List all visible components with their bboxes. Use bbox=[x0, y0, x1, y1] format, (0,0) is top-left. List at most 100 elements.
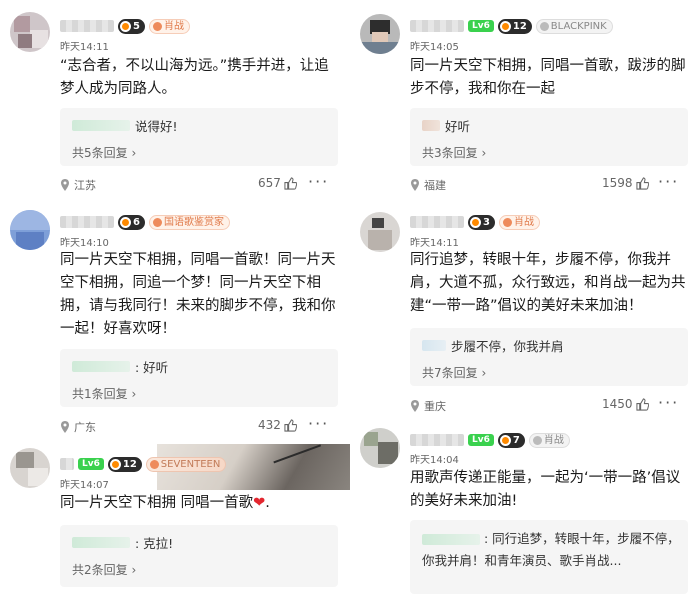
fan-tag[interactable]: 肖战 bbox=[498, 214, 540, 230]
reply-count-link[interactable]: 共7条回复 bbox=[422, 366, 478, 380]
reply-count-link[interactable]: 共3条回复 bbox=[422, 146, 478, 160]
reply-username[interactable] bbox=[422, 120, 440, 131]
fan-tag[interactable]: SEVENTEEN bbox=[145, 456, 227, 472]
fan-tag-icon bbox=[152, 21, 162, 31]
level-badge: 12 bbox=[497, 18, 532, 34]
avatar[interactable] bbox=[10, 12, 50, 52]
avatar[interactable] bbox=[10, 210, 50, 250]
reply-text: 步履不停，你我并肩 bbox=[451, 339, 564, 354]
comment-header: 6 国语歌鉴赏家 bbox=[60, 211, 230, 233]
reply-text: : 好听 bbox=[135, 360, 169, 375]
reply-username[interactable] bbox=[72, 361, 130, 372]
chevron-right-icon: › bbox=[481, 366, 487, 380]
reply-text: : 克拉! bbox=[135, 536, 174, 551]
comment-text: 同行追梦，转眼十年，步履不停，你我并肩，大道不孤，众行致远，和肖战一起为共建“一… bbox=[410, 252, 686, 314]
vip-level-badge: Lv6 bbox=[468, 20, 494, 32]
vip-level-badge: Lv6 bbox=[468, 434, 494, 446]
comment-header: Lv6 12 BLACKPINK bbox=[410, 15, 613, 37]
thumb-up-icon bbox=[284, 176, 297, 190]
comment-time: 昨天14:04 bbox=[410, 455, 459, 466]
fan-tag-icon bbox=[539, 21, 549, 31]
location: 重庆 bbox=[424, 400, 446, 413]
more-icon[interactable]: ··· bbox=[308, 172, 329, 191]
fan-tag[interactable]: 肖战 bbox=[528, 432, 570, 448]
comment-footer: 福建 bbox=[410, 176, 700, 194]
comment-time: 昨天14:07 bbox=[60, 480, 109, 491]
username[interactable] bbox=[60, 20, 114, 32]
comment-header: Lv6 12 SEVENTEEN bbox=[60, 453, 227, 475]
fan-tag-icon bbox=[532, 435, 542, 445]
comment-footer: 江苏 bbox=[60, 176, 350, 194]
comment-text-body: 同一片天空下相拥 同唱一首歌 bbox=[60, 495, 254, 511]
comment-header: Lv6 7 肖战 bbox=[410, 429, 570, 451]
like-button[interactable]: 1450 bbox=[602, 397, 649, 411]
chevron-right-icon: › bbox=[131, 563, 137, 577]
username[interactable] bbox=[410, 20, 464, 32]
location: 江苏 bbox=[74, 179, 96, 192]
thumb-up-icon bbox=[635, 397, 649, 411]
chevron-right-icon: › bbox=[131, 387, 137, 401]
location-pin-icon bbox=[61, 421, 69, 433]
fan-tag-icon bbox=[152, 217, 162, 227]
like-button[interactable]: 432 bbox=[258, 418, 297, 432]
level-badge: 12 bbox=[107, 456, 142, 472]
comment-time: 昨天14:10 bbox=[60, 238, 109, 249]
comment-card: Lv6 12 SEVENTEEN 昨天14:07 同一片天空下相拥 同唱一首歌❤… bbox=[0, 440, 350, 594]
fan-tag[interactable]: 肖战 bbox=[148, 18, 190, 34]
username[interactable] bbox=[60, 216, 114, 228]
chevron-right-icon: › bbox=[481, 146, 487, 160]
username[interactable] bbox=[410, 216, 464, 228]
reply-preview[interactable]: 好听 共3条回复 › bbox=[410, 108, 688, 166]
reply-count-link[interactable]: 共1条回复 bbox=[72, 387, 128, 401]
like-count: 432 bbox=[258, 418, 281, 432]
avatar[interactable] bbox=[360, 212, 400, 252]
reply-preview[interactable]: : 克拉! 共2条回复 › bbox=[60, 525, 338, 587]
thumb-up-icon bbox=[284, 418, 297, 432]
fan-tag-icon bbox=[149, 459, 159, 469]
avatar[interactable] bbox=[360, 428, 400, 468]
comment-time: 昨天14:11 bbox=[410, 238, 459, 249]
comment-card: Lv6 12 BLACKPINK 昨天14:05 同一片天空下相拥，同唱一首歌，… bbox=[350, 0, 700, 200]
reply-username[interactable] bbox=[72, 537, 130, 548]
comment-time: 昨天14:11 bbox=[60, 42, 109, 53]
reply-username[interactable] bbox=[422, 534, 480, 545]
thumb-up-icon bbox=[635, 176, 649, 190]
comment-text: 同一片天空下相拥，同唱一首歌！同一片天空下相拥，同追一个梦！同一片天空下相拥，请… bbox=[60, 252, 336, 337]
more-icon[interactable]: ··· bbox=[658, 393, 679, 412]
reply-username[interactable] bbox=[422, 340, 446, 351]
level-badge: 3 bbox=[468, 214, 495, 230]
reply-count-link[interactable]: 共2条回复 bbox=[72, 563, 128, 577]
reply-text: 好听 bbox=[445, 119, 471, 134]
location-pin-icon bbox=[411, 400, 419, 412]
avatar[interactable] bbox=[360, 14, 400, 54]
reply-preview[interactable]: : 好听 共1条回复 › bbox=[60, 349, 338, 407]
more-icon[interactable]: ··· bbox=[658, 172, 679, 191]
comment-text: 用歌声传递正能量，一起为‘一带一路’倡议的美好未来加油! bbox=[410, 470, 681, 509]
comment-card: 5 肖战 昨天14:11 “志合者，不以山海为远。”携手并进，让追梦人成为同路人… bbox=[0, 0, 350, 200]
level-badge: 6 bbox=[118, 214, 145, 230]
like-button[interactable]: 1598 bbox=[602, 176, 649, 190]
fan-tag[interactable]: 国语歌鉴赏家 bbox=[148, 214, 230, 230]
reply-username[interactable] bbox=[72, 120, 130, 131]
more-icon[interactable]: ··· bbox=[308, 414, 329, 433]
like-count: 1598 bbox=[602, 176, 633, 190]
comment-text: “志合者，不以山海为远。”携手并进，让追梦人成为同路人。 bbox=[60, 58, 329, 97]
comment-time: 昨天14:05 bbox=[410, 42, 459, 53]
reply-preview[interactable]: : 同行追梦，转眼十年，步履不停，你我并肩！和青年演员、歌手肖战... bbox=[410, 520, 688, 594]
fan-tag[interactable]: BLACKPINK bbox=[535, 18, 613, 34]
username[interactable] bbox=[410, 434, 464, 446]
username[interactable] bbox=[60, 458, 74, 470]
location: 广东 bbox=[74, 421, 96, 434]
level-badge: 5 bbox=[118, 18, 145, 34]
reply-preview[interactable]: 步履不停，你我并肩 共7条回复 › bbox=[410, 328, 688, 386]
like-button[interactable]: 657 bbox=[258, 176, 297, 190]
location-pin-icon bbox=[411, 179, 419, 191]
comment-header: 5 肖战 bbox=[60, 15, 190, 37]
avatar[interactable] bbox=[10, 448, 50, 488]
comment-text-suffix: . bbox=[265, 495, 270, 511]
location-pin-icon bbox=[61, 179, 69, 191]
comment-header: 3 肖战 bbox=[410, 211, 540, 233]
reply-preview[interactable]: 说得好! 共5条回复 › bbox=[60, 108, 338, 166]
like-count: 657 bbox=[258, 176, 281, 190]
reply-count-link[interactable]: 共5条回复 bbox=[72, 146, 128, 160]
